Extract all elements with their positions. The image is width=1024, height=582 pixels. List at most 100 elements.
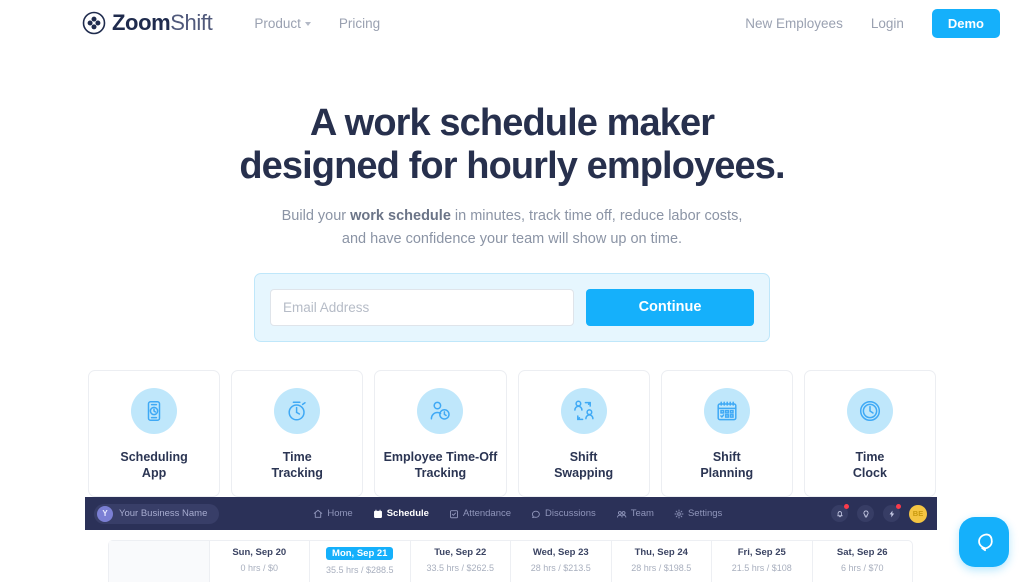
bolt-icon xyxy=(889,510,894,517)
schedule-day-column[interactable]: Fri, Sep 25 21.5 hrs / $108 xyxy=(711,541,812,582)
schedule-day-summary: 28 hrs / $213.5 xyxy=(530,563,591,574)
hero-subtitle-part1: Build your xyxy=(281,208,351,225)
brand-name-light: Shift xyxy=(170,10,213,35)
feature-label: Time Tracking xyxy=(271,449,323,481)
app-nav-schedule-label: Schedule xyxy=(386,508,429,519)
app-nav-discussions-label: Discussions xyxy=(545,508,596,519)
header-actions: New Employees Login Demo xyxy=(745,8,1000,38)
continue-button[interactable]: Continue xyxy=(586,288,754,326)
app-preview-screenshot: Y Your Business Name Home Schedule Atten… xyxy=(85,497,937,582)
brand-logo-link[interactable]: ZoomShift xyxy=(82,10,213,35)
feature-card-grid: Scheduling App Time Tracking Employee Ti… xyxy=(88,369,936,497)
schedule-day-column[interactable]: Sun, Sep 20 0 hrs / $0 xyxy=(208,541,310,582)
calendar-icon xyxy=(703,387,750,434)
schedule-day-date: Mon, Sep 21 xyxy=(326,547,394,561)
nav-item-pricing-label: Pricing xyxy=(338,15,381,31)
bell-icon xyxy=(836,510,843,517)
feature-card-time-clock[interactable]: Time Clock xyxy=(803,369,936,497)
app-nav-discussions[interactable]: Discussions xyxy=(531,508,596,519)
schedule-day-date: Sat, Sep 26 xyxy=(836,547,888,558)
app-nav-home[interactable]: Home xyxy=(313,508,353,519)
chat-bubble-icon xyxy=(978,533,993,552)
business-avatar: Y xyxy=(97,505,113,522)
calendar-icon xyxy=(373,509,382,518)
app-topbar-actions: BE xyxy=(831,504,927,523)
page-title: A work schedule maker designed for hourl… xyxy=(239,102,785,187)
notification-badge xyxy=(844,504,849,509)
feature-label: Time Clock xyxy=(852,449,887,481)
whats-new-button[interactable] xyxy=(883,504,901,522)
app-nav-team-label: Team xyxy=(630,508,654,519)
chat-launcher-button[interactable] xyxy=(959,517,1009,567)
business-switcher[interactable]: Y Your Business Name xyxy=(94,503,220,524)
signup-form: Continue xyxy=(254,272,770,342)
nav-item-product-label: Product xyxy=(254,15,301,31)
nav-item-login[interactable]: Login xyxy=(871,16,904,31)
feature-label: Shift Swapping xyxy=(554,449,614,481)
schedule-day-summary: 0 hrs / $0 xyxy=(240,563,279,574)
app-nav-schedule[interactable]: Schedule xyxy=(373,508,429,519)
stopwatch-icon xyxy=(274,387,321,434)
app-nav-home-label: Home xyxy=(327,508,353,519)
schedule-day-summary: 33.5 hrs / $262.5 xyxy=(426,563,495,574)
checklist-icon xyxy=(449,509,458,518)
app-nav-attendance-label: Attendance xyxy=(462,508,512,519)
schedule-day-date: Tue, Sep 22 xyxy=(434,547,487,558)
nav-item-product[interactable]: Product xyxy=(254,16,311,31)
person-clock-icon xyxy=(417,387,464,434)
wall-clock-icon xyxy=(846,387,893,434)
schedule-day-column[interactable]: Wed, Sep 23 28 hrs / $213.5 xyxy=(510,541,611,582)
schedule-day-summary: 6 hrs / $70 xyxy=(840,563,884,574)
feature-card-scheduling-app[interactable]: Scheduling App xyxy=(88,369,221,497)
schedule-day-date: Sun, Sep 20 xyxy=(232,547,287,558)
schedule-day-summary: 35.5 hrs / $288.5 xyxy=(325,565,394,576)
feature-card-time-tracking[interactable]: Time Tracking xyxy=(231,369,364,497)
team-icon xyxy=(616,510,627,518)
lightbulb-icon xyxy=(863,510,868,517)
chat-icon xyxy=(532,510,540,518)
mobile-clock-icon xyxy=(131,387,178,434)
avatar[interactable]: BE xyxy=(909,504,927,523)
brand-wordmark: ZoomShift xyxy=(112,10,213,35)
gear-icon xyxy=(674,509,684,518)
app-nav-attendance[interactable]: Attendance xyxy=(449,508,511,519)
home-icon xyxy=(314,509,323,518)
schedule-day-column[interactable]: Sat, Sep 26 6 hrs / $70 xyxy=(811,541,913,582)
hero-subtitle-emphasis: work schedule xyxy=(350,208,451,225)
schedule-header-row: Sun, Sep 20 0 hrs / $0 Mon, Sep 21 35.5 … xyxy=(108,540,913,582)
demo-button[interactable]: Demo xyxy=(931,8,1000,38)
site-header: ZoomShift Product Pricing New Employees … xyxy=(0,0,1024,46)
business-name-label: Your Business Name xyxy=(119,508,208,519)
people-swap-icon xyxy=(560,387,607,434)
app-nav-team[interactable]: Team xyxy=(616,508,654,519)
schedule-day-summary: 28 hrs / $198.5 xyxy=(631,563,692,574)
feature-label: Employee Time-Off Tracking xyxy=(383,449,498,481)
notifications-button[interactable] xyxy=(831,504,849,522)
hero-subtitle: Build your work schedule in minutes, tra… xyxy=(277,205,747,251)
feature-label: Scheduling App xyxy=(120,449,188,481)
feature-card-shift-swapping[interactable]: Shift Swapping xyxy=(517,369,650,497)
email-input[interactable] xyxy=(270,288,574,326)
schedule-day-column-today[interactable]: Mon, Sep 21 35.5 hrs / $288.5 xyxy=(309,541,410,582)
nav-item-pricing[interactable]: Pricing xyxy=(339,16,380,31)
hero-section: A work schedule maker designed for hourl… xyxy=(0,46,1024,342)
schedule-day-summary: 21.5 hrs / $108 xyxy=(731,563,792,574)
app-main-nav: Home Schedule Attendance Discussions Tea… xyxy=(313,508,722,519)
app-topbar: Y Your Business Name Home Schedule Atten… xyxy=(85,497,937,530)
brand-name-bold: Zoom xyxy=(112,10,171,35)
feature-card-shift-planning[interactable]: Shift Planning xyxy=(660,369,793,497)
tips-button[interactable] xyxy=(857,505,874,522)
primary-nav: Product Pricing xyxy=(254,16,380,31)
zoomshift-clover-logo-icon xyxy=(82,11,106,35)
schedule-day-date: Fri, Sep 25 xyxy=(737,547,786,558)
app-nav-settings-label: Settings xyxy=(687,508,723,519)
schedule-day-column[interactable]: Thu, Sep 24 28 hrs / $198.5 xyxy=(610,541,712,582)
feature-card-employee-time-off-tracking[interactable]: Employee Time-Off Tracking xyxy=(374,369,507,497)
app-nav-settings[interactable]: Settings xyxy=(674,508,722,519)
whats-new-badge xyxy=(896,504,901,509)
nav-item-new-employees[interactable]: New Employees xyxy=(745,16,843,31)
feature-label: Shift Planning xyxy=(700,449,754,481)
schedule-day-date: Wed, Sep 23 xyxy=(532,547,589,558)
schedule-day-column[interactable]: Tue, Sep 22 33.5 hrs / $262.5 xyxy=(409,541,511,582)
schedule-column-label xyxy=(109,541,209,582)
